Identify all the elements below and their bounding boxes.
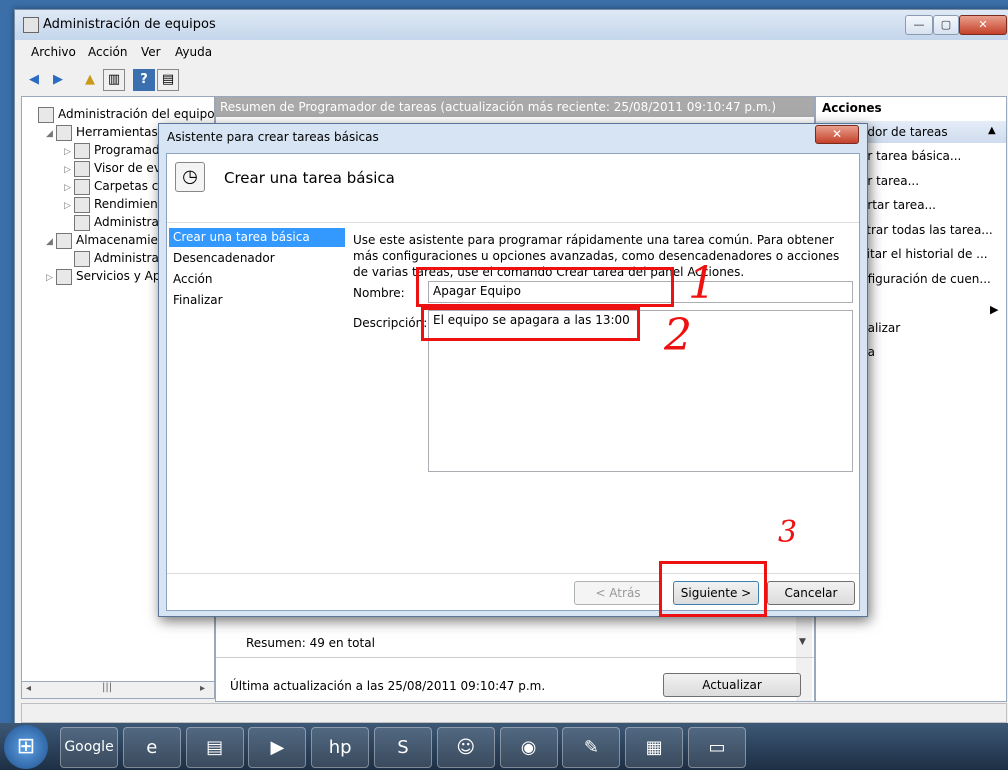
cancel-button[interactable]: Cancelar <box>767 581 855 605</box>
scroll-grip-icon[interactable]: ||| <box>102 682 112 693</box>
tree-item[interactable]: ▷ Rendimiento <box>22 195 170 213</box>
computer-mgmt-app[interactable]: ▦ <box>625 727 684 768</box>
tree-item[interactable]: Administración del equipo (loc <box>22 105 240 123</box>
close-button[interactable]: ✕ <box>959 15 1007 35</box>
step-accion[interactable]: Acción <box>169 270 345 289</box>
annotation-box-name <box>416 267 674 307</box>
clock-icon <box>74 142 90 159</box>
paint-app[interactable]: ✎ <box>562 727 621 768</box>
summary-header: Resumen de Programador de tareas (actual… <box>216 97 814 117</box>
back-button[interactable]: < Atrás <box>574 581 662 605</box>
ie-app[interactable]: e <box>122 727 181 768</box>
desktop-icon-edge <box>0 300 12 316</box>
dialog-body: ◷ Crear una tarea básica Crear una tarea… <box>166 153 860 611</box>
taskbar: ⊞ Google e ▤ ▶ hp S ☺ ◉ ✎ ▦ ▭ <box>0 723 1008 770</box>
hp-app[interactable]: hp <box>311 727 370 768</box>
device-manager-icon <box>74 214 90 231</box>
app-icon <box>23 17 39 33</box>
menu-ayuda[interactable]: Ayuda <box>175 45 212 59</box>
clock-icon: ◷ <box>175 162 205 192</box>
show-actions-icon[interactable]: ▤ <box>157 69 179 91</box>
tree-horizontal-scrollbar[interactable]: ◂ ||| ▸ <box>21 681 215 699</box>
wizard-dialog: Asistente para crear tareas básicas ✕ ◷ … <box>158 123 868 617</box>
shared-folder-icon <box>74 178 90 195</box>
chrome-app[interactable]: ◉ <box>499 727 558 768</box>
dialog-header: ◷ Crear una tarea básica <box>167 154 859 223</box>
menu-bar: Archivo Acción Ver Ayuda <box>15 42 1008 64</box>
media-player-app[interactable]: ▶ <box>248 727 307 768</box>
help-icon[interactable]: ? <box>133 69 155 91</box>
action-item[interactable]: ortar tarea... <box>860 194 936 216</box>
tree-expand-icon[interactable]: ▷ <box>46 269 56 287</box>
storage-icon <box>56 232 72 249</box>
performance-icon <box>74 196 90 213</box>
annotation-box-next <box>659 561 767 617</box>
annotation-box-description <box>421 307 640 341</box>
summary-total: Resumen: 49 en total <box>246 636 375 650</box>
annotation-number-2: 2 <box>664 310 692 361</box>
scroll-left-icon[interactable]: ◂ <box>26 683 31 694</box>
dialog-title: Asistente para crear tareas básicas <box>167 130 379 144</box>
action-item[interactable]: ar tarea básica... <box>860 145 961 167</box>
forward-arrow-icon[interactable]: ▶ <box>47 69 69 91</box>
dialog-heading: Crear una tarea básica <box>224 169 395 187</box>
divider <box>216 657 814 658</box>
refresh-button[interactable]: Actualizar <box>663 673 801 697</box>
menu-ver[interactable]: Ver <box>141 45 161 59</box>
action-item[interactable]: strar todas las tarea... <box>860 219 993 241</box>
disk-icon <box>74 250 90 267</box>
title-bar[interactable]: Administración de equipos — ▢ ✕ <box>15 10 1008 40</box>
action-item[interactable]: nfiguración de cuen... <box>860 268 991 290</box>
tree-item[interactable]: ▷ Carpetas com <box>22 177 177 195</box>
step-desencadenador[interactable]: Desencadenador <box>169 249 345 268</box>
google-app[interactable]: Google <box>60 727 118 768</box>
submenu-arrow-icon[interactable]: ▶ <box>990 303 998 316</box>
wizard-steps: Crear una tarea básica Desencadenador Ac… <box>169 226 347 576</box>
computer-icon <box>38 106 54 123</box>
maximize-button[interactable]: ▢ <box>933 15 959 35</box>
back-arrow-icon[interactable]: ◀ <box>23 69 45 91</box>
tools-icon <box>56 124 72 141</box>
event-viewer-icon <box>74 160 90 177</box>
actions-section-label: ador de tareas <box>860 125 948 139</box>
users-app[interactable]: ☺ <box>436 727 495 768</box>
tree-item[interactable]: ◢ Almacenamiento <box>22 231 178 249</box>
toolbar: ◀ ▶ ▲ ▥ ? ▤ <box>15 66 1008 94</box>
start-button[interactable]: ⊞ <box>4 725 48 769</box>
notepad-app[interactable]: ▭ <box>688 727 746 768</box>
minimize-button[interactable]: — <box>905 15 933 35</box>
skype-app[interactable]: S <box>374 727 432 768</box>
name-label: Nombre: <box>353 286 405 300</box>
explorer-app[interactable]: ▤ <box>185 727 244 768</box>
menu-archivo[interactable]: Archivo <box>31 45 76 59</box>
show-tree-icon[interactable]: ▥ <box>103 69 125 91</box>
description-label: Descripción: <box>353 316 428 330</box>
tree-item[interactable]: Administració <box>22 249 176 267</box>
menu-accion[interactable]: Acción <box>88 45 127 59</box>
action-item[interactable]: ar tarea... <box>860 170 919 192</box>
tree-item[interactable]: Administrado <box>22 213 174 231</box>
up-folder-icon[interactable]: ▲ <box>79 69 101 91</box>
tree-item[interactable]: ▷ Programador <box>22 141 172 159</box>
tree-item-label: Administración del equipo (loc <box>58 107 241 121</box>
step-crear-tarea[interactable]: Crear una tarea básica <box>169 228 345 247</box>
services-icon <box>56 268 72 285</box>
collapse-up-icon[interactable]: ▲ <box>988 125 996 136</box>
window-title: Administración de equipos <box>43 17 216 32</box>
annotation-number-1: 1 <box>688 258 716 309</box>
actions-header: Acciones <box>822 101 882 115</box>
dialog-close-button[interactable]: ✕ <box>815 125 859 144</box>
scroll-down-icon[interactable]: ▼ <box>799 637 806 647</box>
status-bar <box>21 703 1007 723</box>
last-update-text: Última actualización a las 25/08/2011 09… <box>230 679 546 693</box>
action-item[interactable]: ilitar el historial de ... <box>860 243 988 265</box>
annotation-number-3: 3 <box>778 515 798 550</box>
tree-item[interactable]: ▷ Visor de event <box>22 159 181 177</box>
scroll-right-icon[interactable]: ▸ <box>200 683 205 694</box>
step-finalizar[interactable]: Finalizar <box>169 291 345 310</box>
